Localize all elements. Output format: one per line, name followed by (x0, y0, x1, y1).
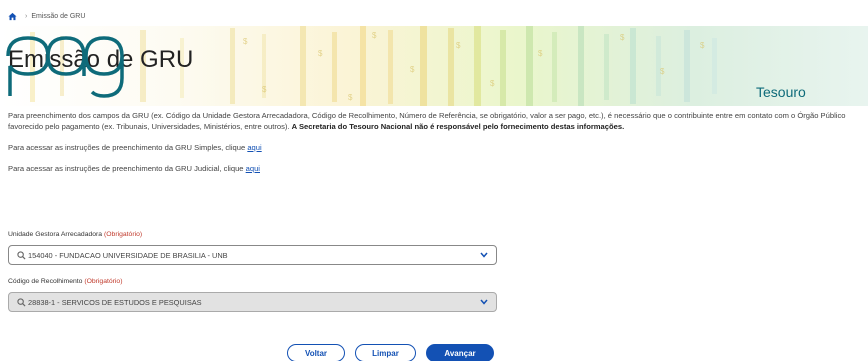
pag-tesouro-logo (6, 36, 124, 98)
svg-text:$: $ (262, 85, 267, 94)
codigo-select-value: 28838-1 - SERVICOS DE ESTUDOS E PESQUISA… (28, 297, 202, 307)
svg-text:$: $ (318, 49, 323, 58)
gru-judicial-instructions: Para acessar as instruções de preenchime… (8, 164, 260, 173)
page-banner: $ $ $ $ $ $ $ $ $ $ $ $ Emissão de GRU Tesouro (0, 26, 868, 106)
ug-select-value: 154040 - FUNDACAO UNIVERSIDADE DE BRASIL… (28, 250, 228, 260)
svg-text:$: $ (243, 37, 248, 46)
required-marker: (Obrigatório) (103, 231, 143, 238)
chevron-down-icon (480, 299, 488, 305)
voltar-button[interactable]: Voltar (287, 344, 345, 361)
search-icon (17, 250, 26, 260)
logo-label: Tesouro (756, 84, 806, 100)
svg-text:$: $ (372, 31, 377, 40)
home-icon[interactable] (8, 12, 17, 21)
info-paragraph: Para preenchimento dos campos da GRU (ex… (8, 111, 846, 131)
codigo-label: Código de Recolhimento (Obrigatório) (8, 278, 123, 285)
svg-text:$: $ (700, 41, 705, 50)
avancar-button[interactable]: Avançar (426, 344, 494, 361)
ug-label: Unidade Gestora Arrecadadora (Obrigatóri… (8, 231, 143, 238)
gru-judicial-link[interactable]: aqui (246, 164, 260, 173)
svg-text:$: $ (348, 93, 353, 102)
required-marker: (Obrigatório) (84, 278, 123, 285)
chevron-right-icon: › (25, 13, 28, 20)
info-section: Para preenchimento dos campos da GRU (ex… (8, 110, 864, 184)
svg-text:$: $ (456, 41, 461, 50)
gru-simples-link[interactable]: aqui (247, 143, 261, 152)
chevron-down-icon (480, 252, 488, 258)
codigo-select[interactable]: 28838-1 - SERVICOS DE ESTUDOS E PESQUISA… (8, 292, 497, 312)
svg-text:$: $ (620, 33, 625, 42)
svg-text:$: $ (538, 49, 543, 58)
search-icon (17, 297, 26, 307)
ug-select[interactable]: 154040 - FUNDACAO UNIVERSIDADE DE BRASIL… (8, 245, 497, 265)
disclaimer-text: A Secretaria do Tesouro Nacional não é r… (291, 122, 625, 131)
breadcrumb: › Emissão de GRU (8, 12, 85, 21)
svg-text:$: $ (660, 67, 665, 76)
svg-text:$: $ (490, 79, 495, 88)
svg-text:$: $ (410, 65, 415, 74)
breadcrumb-current: Emissão de GRU (31, 13, 86, 20)
limpar-button[interactable]: Limpar (355, 344, 416, 361)
gru-simples-instructions: Para acessar as instruções de preenchime… (8, 143, 262, 152)
